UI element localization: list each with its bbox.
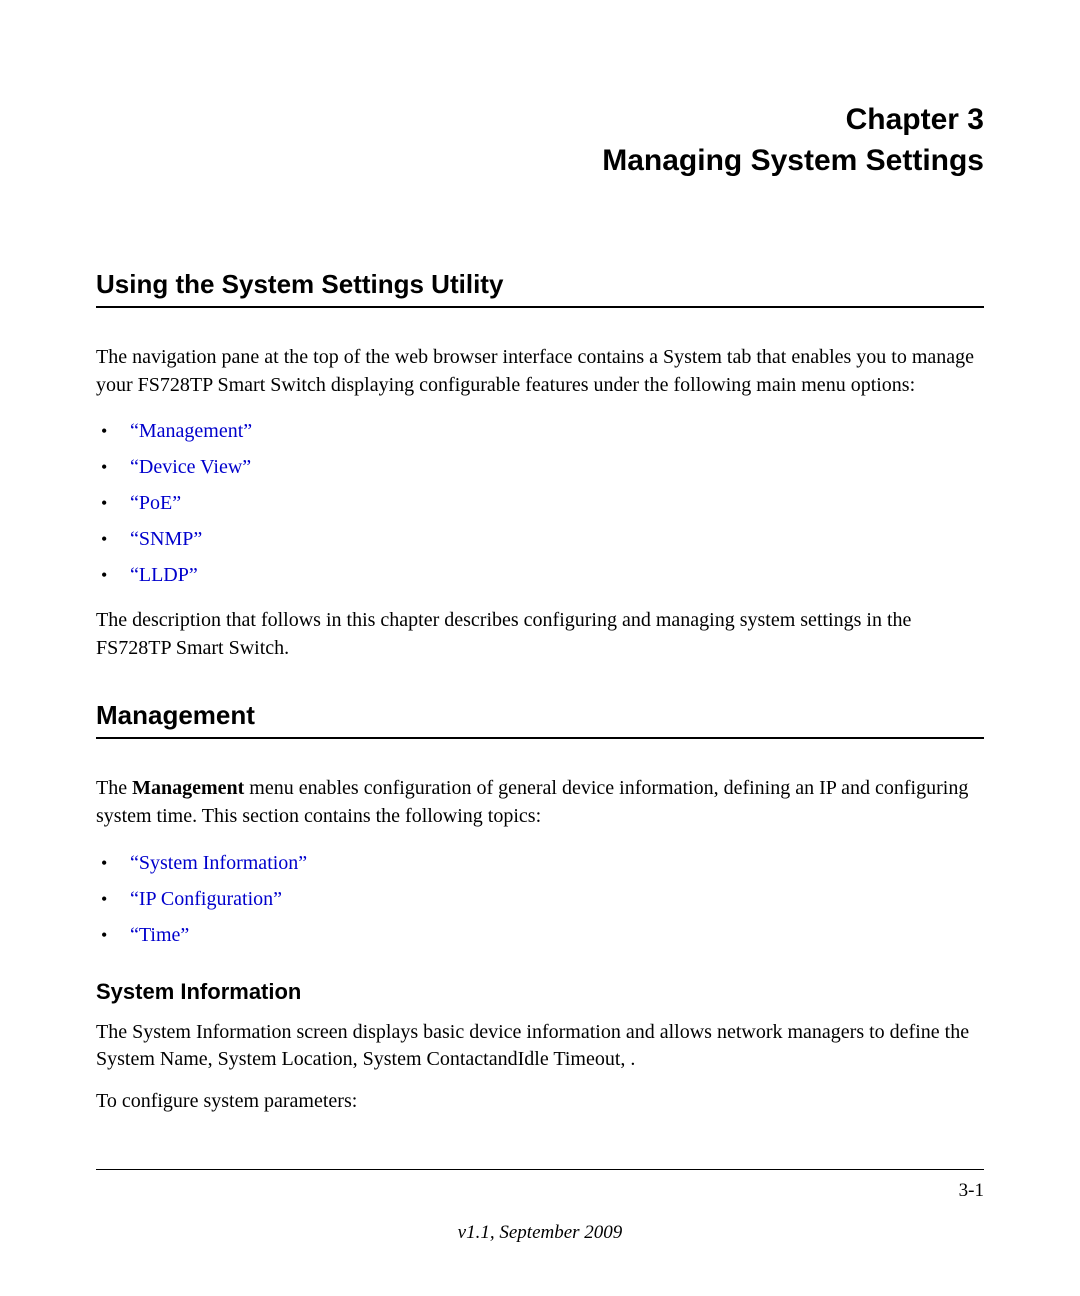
link-lldp[interactable]: “LLDP” <box>130 557 198 593</box>
text-bold: Management <box>132 777 244 799</box>
bullet-icon: • <box>96 919 130 951</box>
bullet-icon: • <box>96 559 130 591</box>
list-item: •“Time” <box>96 917 984 953</box>
link-device-view[interactable]: “Device View” <box>130 449 251 485</box>
link-system-information[interactable]: “System Information” <box>130 845 307 881</box>
version-label: v1.1, September 2009 <box>96 1222 984 1244</box>
link-management[interactable]: “Management” <box>130 413 252 449</box>
link-snmp[interactable]: “SNMP” <box>130 521 202 557</box>
paragraph: The System Information screen displays b… <box>96 1019 984 1074</box>
list-item: •“System Information” <box>96 845 984 881</box>
list-item: •“LLDP” <box>96 557 984 593</box>
link-ip-configuration[interactable]: “IP Configuration” <box>130 881 282 917</box>
bullet-icon: • <box>96 523 130 555</box>
bullet-icon: • <box>96 451 130 483</box>
list-item: •“Device View” <box>96 449 984 485</box>
paragraph: The Management menu enables configuratio… <box>96 775 984 830</box>
footer-rule <box>96 1169 984 1170</box>
link-time[interactable]: “Time” <box>130 917 189 953</box>
chapter-title: Managing System Settings <box>96 141 984 182</box>
sub-heading-system-information: System Information <box>96 979 984 1005</box>
paragraph: To configure system parameters: <box>96 1088 984 1116</box>
bullet-icon: • <box>96 883 130 915</box>
section-heading-management: Management <box>96 700 984 739</box>
paragraph: The description that follows in this cha… <box>96 607 984 662</box>
page-container: Chapter 3 Managing System Settings Using… <box>0 0 1080 1296</box>
chapter-heading: Chapter 3 Managing System Settings <box>96 100 984 181</box>
list-item: •“PoE” <box>96 485 984 521</box>
text: The <box>96 777 132 799</box>
management-topics-list: •“System Information” •“IP Configuration… <box>96 845 984 953</box>
list-item: •“SNMP” <box>96 521 984 557</box>
link-poe[interactable]: “PoE” <box>130 485 181 521</box>
page-number: 3-1 <box>96 1180 984 1202</box>
list-item: •“IP Configuration” <box>96 881 984 917</box>
bullet-icon: • <box>96 487 130 519</box>
bullet-icon: • <box>96 415 130 447</box>
bullet-icon: • <box>96 847 130 879</box>
page-footer: 3-1 v1.1, September 2009 <box>96 1169 984 1244</box>
paragraph: The navigation pane at the top of the we… <box>96 344 984 399</box>
menu-options-list: •“Management” •“Device View” •“PoE” •“SN… <box>96 413 984 593</box>
list-item: •“Management” <box>96 413 984 449</box>
section-heading-using-utility: Using the System Settings Utility <box>96 269 984 308</box>
chapter-label: Chapter 3 <box>96 100 984 141</box>
